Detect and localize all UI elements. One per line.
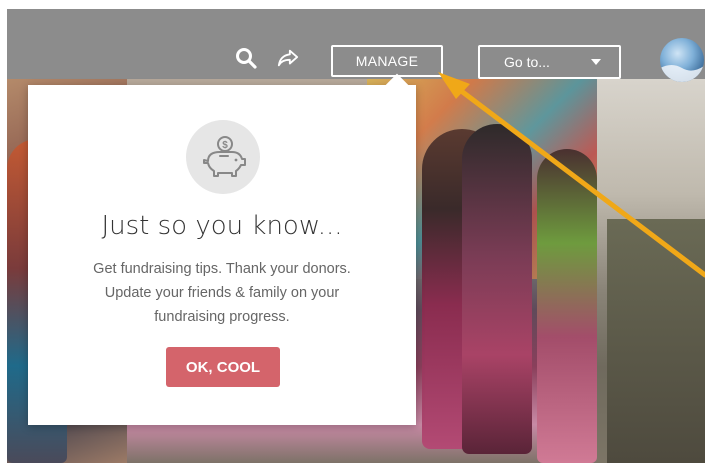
popup-title: Just so you know... bbox=[101, 211, 343, 241]
popup-body-line: fundraising progress. bbox=[154, 309, 290, 325]
popup-body-text: Get fundraising tips. Thank your donors.… bbox=[68, 257, 376, 329]
fundraising-tips-popup: $ Just so you know... Get fundraising ti… bbox=[28, 73, 416, 425]
goto-label: Go to... bbox=[504, 54, 550, 70]
photo-figure bbox=[537, 149, 597, 463]
goto-dropdown[interactable]: Go to... bbox=[478, 45, 621, 79]
popup-body-line: Update your friends & family on your bbox=[104, 285, 340, 301]
photo-figure bbox=[462, 124, 532, 454]
chevron-down-icon bbox=[591, 59, 601, 65]
ok-cool-button[interactable]: OK, COOL bbox=[166, 347, 280, 387]
profile-avatar[interactable] bbox=[660, 38, 704, 82]
share-arrow-icon[interactable] bbox=[277, 47, 299, 69]
piggy-bank-icon: $ bbox=[186, 120, 260, 194]
search-icon[interactable] bbox=[235, 47, 257, 69]
photo-figure bbox=[607, 219, 705, 463]
top-navigation-bar: MANAGE Go to... bbox=[7, 9, 705, 82]
popup-body-line: Get fundraising tips. Thank your donors. bbox=[93, 261, 351, 277]
manage-button[interactable]: MANAGE bbox=[331, 45, 443, 77]
svg-text:$: $ bbox=[222, 140, 228, 151]
